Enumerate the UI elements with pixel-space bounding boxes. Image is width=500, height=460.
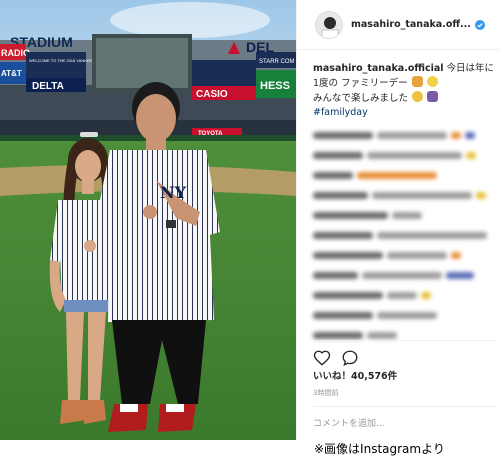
camera-emoji-icon: [427, 91, 439, 102]
blurred-comment: [313, 251, 495, 260]
action-bar: [313, 340, 497, 370]
hess-sign: HESS: [260, 80, 290, 92]
smile-emoji-icon: [412, 91, 424, 102]
blurred-comment: [313, 311, 495, 320]
delta-sign: DELTA: [32, 81, 64, 92]
caption-username[interactable]: masahiro_tanaka.official: [313, 63, 444, 74]
header-username[interactable]: masahiro_tanaka.off...: [351, 19, 471, 30]
post-sidebar: masahiro_tanaka.off... masahiro_tanaka.o…: [296, 0, 500, 440]
avatar[interactable]: [315, 10, 343, 39]
post-caption: masahiro_tanaka.official 今日は年に1度の ファミリーデ…: [313, 62, 495, 120]
heart-icon[interactable]: [313, 349, 331, 367]
jersey-logo: NY: [160, 183, 187, 202]
att-sign: AT&T: [1, 69, 22, 78]
blurred-comment: [313, 211, 495, 220]
family-emoji-icon: [411, 76, 423, 87]
comments-section: masahiro_tanaka.official 今日は年に1度の ファミリーデ…: [313, 62, 495, 340]
post-header: masahiro_tanaka.off...: [297, 0, 500, 50]
verified-badge-icon: [474, 19, 485, 30]
caption-text-2: みんなで楽しみました: [313, 93, 409, 104]
blurred-comment: [313, 151, 495, 160]
casio-sign: CASIO: [196, 89, 228, 100]
blurred-comment: [313, 291, 495, 300]
blurred-comment: [313, 271, 495, 280]
add-comment-input[interactable]: コメントを追加...: [313, 406, 497, 436]
starr-sign: STARR COM: [259, 59, 295, 65]
blurred-comment: [313, 131, 495, 140]
blurred-comment: [313, 191, 495, 200]
comment-icon[interactable]: [341, 349, 359, 367]
post-timestamp: 3時間前: [313, 389, 339, 397]
like-count[interactable]: いいね！40,576件: [313, 368, 397, 382]
radio-sign: RADIO: [1, 48, 30, 58]
blurred-comment: [313, 231, 495, 240]
hashtag-link[interactable]: #familyday: [313, 107, 368, 118]
sparkle-emoji-icon: [426, 76, 438, 87]
post-photo[interactable]: STADIUM RADIO AT&T WELCOME TO THE 2018 Y…: [0, 0, 296, 440]
blurred-comment: [313, 171, 495, 180]
image-credit: ※画像はInstagramより: [314, 442, 445, 456]
blurred-comment: [313, 331, 495, 340]
